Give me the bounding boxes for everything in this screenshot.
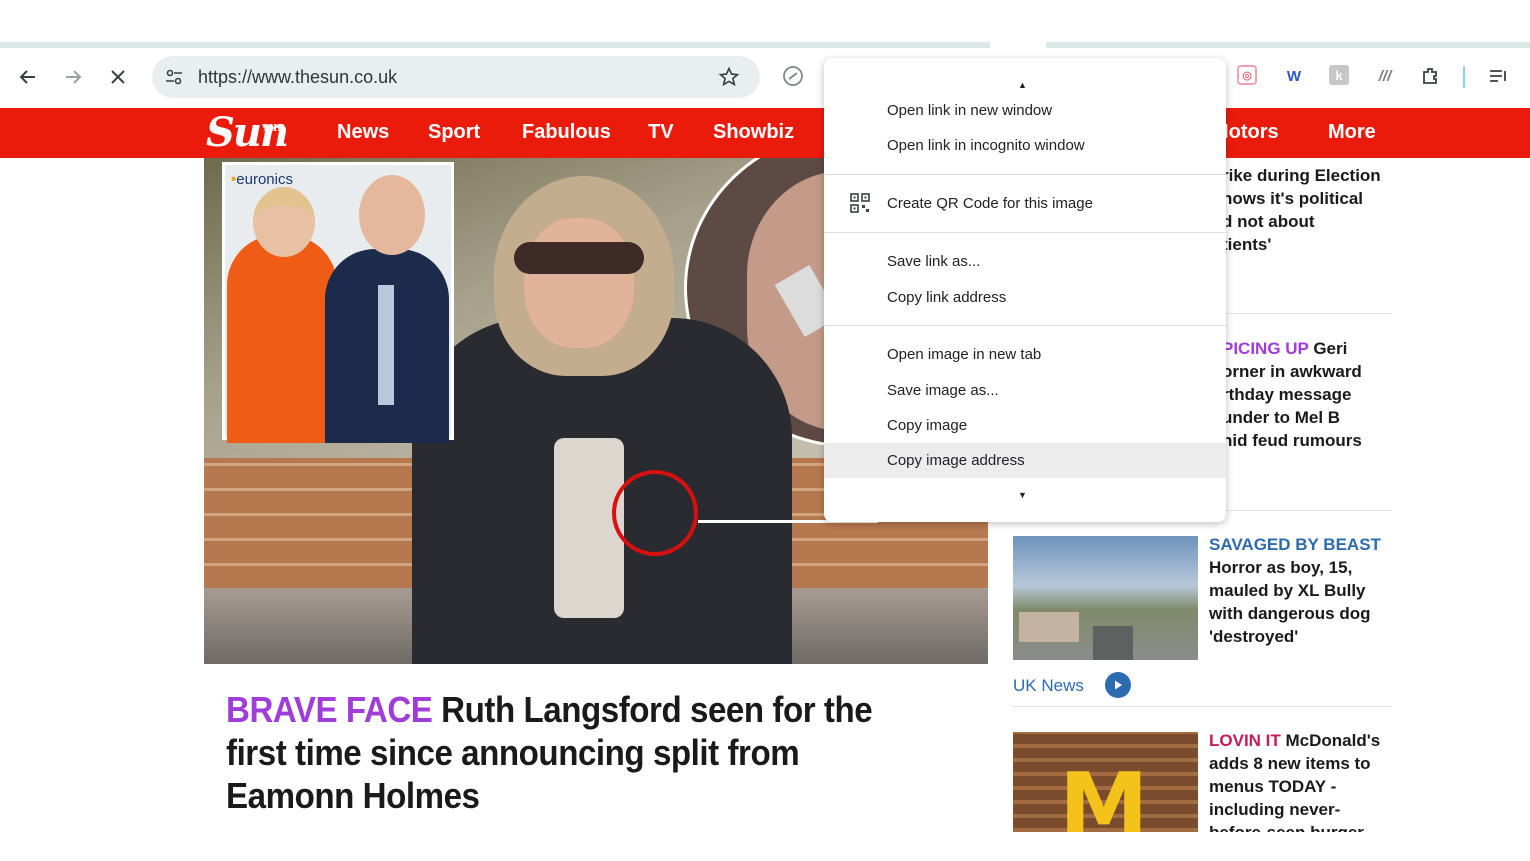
extension-icon[interactable] — [782, 65, 804, 87]
divider — [1012, 706, 1392, 707]
extension-camera-icon[interactable]: ◎ — [1237, 65, 1257, 85]
menu-copy-link-address[interactable]: Copy link address — [824, 280, 1226, 315]
browser-toolbar: https://www.thesun.co.uk ◎ W k /// — [0, 48, 1530, 106]
story-4-link[interactable]: LOVIN IT McDonald's adds 8 new items to … — [1209, 729, 1380, 844]
screen: https://www.thesun.co.uk ◎ W k /// THE Su… — [0, 0, 1530, 861]
nav-more[interactable]: More — [1328, 121, 1376, 144]
inset-photo: •euronics — [222, 162, 454, 443]
menu-save-image-as[interactable]: Save image as... — [824, 373, 1226, 408]
extension-stripes-icon[interactable]: /// — [1374, 65, 1396, 87]
back-arrow-icon[interactable] — [13, 62, 43, 92]
menu-save-link-as[interactable]: Save link as... — [824, 244, 1226, 279]
address-bar[interactable]: https://www.thesun.co.uk — [152, 56, 760, 98]
stop-loading-icon[interactable] — [103, 62, 133, 92]
menu-separator — [824, 232, 1226, 233]
scroll-down-arrow-icon[interactable]: ▼ — [1018, 490, 1027, 500]
nav-sport[interactable]: Sport — [428, 121, 480, 144]
toolbar-divider — [1463, 66, 1465, 88]
forward-arrow-icon[interactable] — [58, 62, 88, 92]
site-nav-bar: THE Sun News Sport Fabulous TV Showbiz Mo… — [0, 108, 1530, 158]
story-3-link[interactable]: SAVAGED BY BEAST Horror as boy, 15, maule… — [1209, 533, 1381, 648]
story-2-link[interactable]: PICING UP Geri orner in awkward rthday m… — [1222, 337, 1362, 452]
menu-open-link-incognito[interactable]: Open link in incognito window — [824, 128, 1226, 163]
context-menu: ▲ Open link in new window Open link in i… — [824, 58, 1226, 522]
menu-open-link-new-window[interactable]: Open link in new window — [824, 93, 1226, 128]
nav-fabulous[interactable]: Fabulous — [522, 121, 611, 144]
menu-separator — [824, 325, 1226, 326]
scroll-up-arrow-icon[interactable]: ▲ — [1018, 80, 1027, 90]
nav-news[interactable]: News — [337, 121, 389, 144]
extension-grey-icon[interactable]: k — [1329, 65, 1349, 85]
uk-news-link[interactable]: UK News — [1013, 676, 1084, 696]
headline-link[interactable]: BRAVE FACE Ruth Langsford seen for the f… — [226, 688, 888, 817]
story-3-thumbnail[interactable] — [1013, 536, 1198, 660]
site-settings-icon[interactable] — [164, 67, 184, 87]
menu-copy-image-address[interactable]: Copy image address — [824, 443, 1226, 478]
viewport-bottom — [0, 832, 1530, 861]
highlight-circle — [612, 470, 698, 556]
puzzle-extensions-icon[interactable] — [1420, 65, 1442, 87]
menu-separator — [824, 174, 1226, 175]
reading-list-icon[interactable] — [1487, 65, 1509, 87]
menu-create-qr-code[interactable]: Create QR Code for this image — [824, 186, 1226, 221]
nav-showbiz[interactable]: Showbiz — [713, 121, 794, 144]
story-1-text[interactable]: rike during Election hows it's political… — [1222, 164, 1381, 256]
sun-logo[interactable]: THE Sun — [206, 111, 289, 155]
menu-open-image-new-tab[interactable]: Open image in new tab — [824, 337, 1226, 372]
nav-tv[interactable]: TV — [648, 121, 674, 144]
play-icon[interactable] — [1105, 672, 1131, 698]
menu-copy-image[interactable]: Copy image — [824, 408, 1226, 443]
url-text: https://www.thesun.co.uk — [198, 67, 398, 87]
bookmark-star-icon[interactable] — [718, 66, 740, 88]
extension-w-icon[interactable]: W — [1283, 65, 1305, 87]
